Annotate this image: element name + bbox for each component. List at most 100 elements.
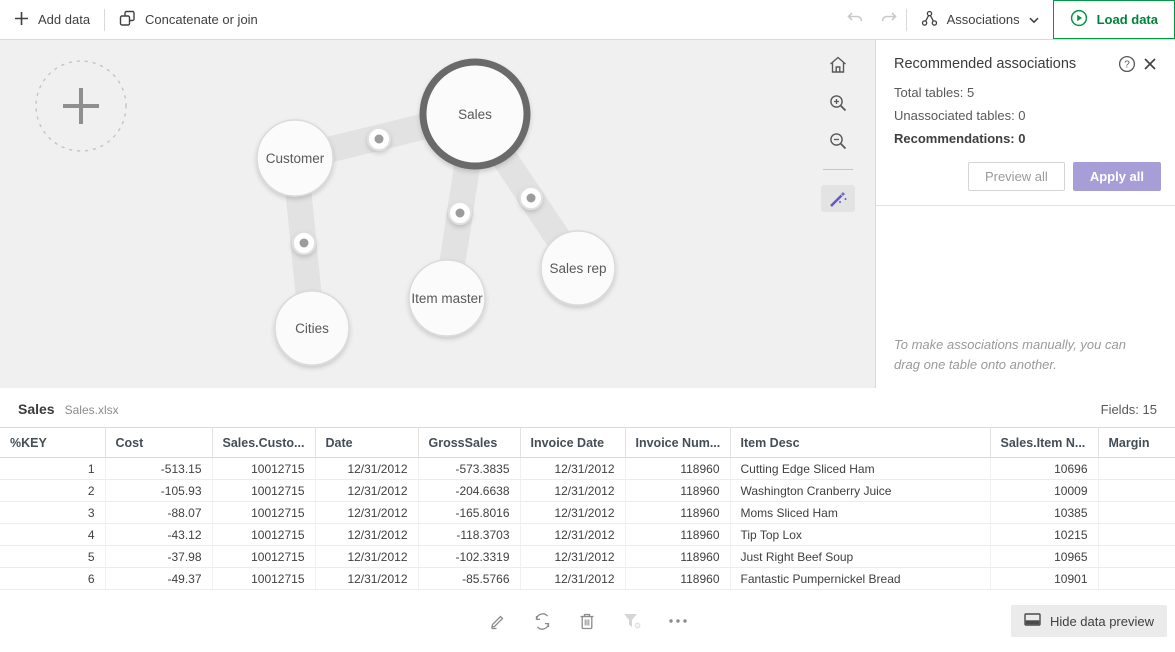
table-row: 5-37.981001271512/31/2012-102.331912/31/…	[0, 546, 1175, 568]
hide-data-preview-label: Hide data preview	[1050, 614, 1154, 629]
table-cell: -165.8016	[418, 502, 520, 524]
table-cell: Tip Top Lox	[730, 524, 990, 546]
apply-all-button[interactable]: Apply all	[1073, 162, 1161, 191]
table-cell: 10012715	[212, 502, 315, 524]
table-cell: -43.12	[105, 524, 212, 546]
preview-table: %KEYCostSales.Custo...DateGrossSalesInvo…	[0, 427, 1175, 590]
column-header-sales-custo[interactable]: Sales.Custo...	[212, 428, 315, 458]
associations-dropdown[interactable]: Associations	[907, 0, 1053, 39]
table-cell: 10696	[990, 458, 1098, 480]
table-cell: -204.6638	[418, 480, 520, 502]
table-cell: 5	[0, 546, 105, 568]
table-cell: 118960	[625, 568, 730, 590]
table-cell: 6	[0, 568, 105, 590]
panel-header: Recommended associations ?	[876, 40, 1175, 81]
associations-icon	[921, 10, 938, 30]
table-cell: Moms Sliced Ham	[730, 502, 990, 524]
table-cell: Just Right Beef Soup	[730, 546, 990, 568]
redo-button[interactable]	[872, 0, 906, 39]
canvas-controls	[821, 52, 855, 212]
plus-icon	[63, 88, 99, 124]
table-cell: 118960	[625, 458, 730, 480]
main-area: CustomerSalesCitiesItem masterSales rep	[0, 40, 1175, 388]
table-cell: -102.3319	[418, 546, 520, 568]
table-cell: -573.3835	[418, 458, 520, 480]
home-button[interactable]	[825, 52, 851, 78]
close-button[interactable]	[1139, 56, 1161, 72]
table-cell	[1098, 502, 1175, 524]
undo-icon	[846, 10, 864, 29]
delete-table-button[interactable]	[578, 612, 596, 631]
add-data-button[interactable]: Add data	[0, 0, 104, 39]
preview-header: Sales Sales.xlsx Fields: 15	[0, 388, 1175, 427]
table-cell: 12/31/2012	[315, 524, 418, 546]
column-header-margin[interactable]: Margin	[1098, 428, 1175, 458]
zoom-out-button[interactable]	[825, 128, 851, 154]
magic-wand-icon	[828, 189, 848, 209]
help-button[interactable]: ?	[1115, 55, 1139, 73]
table-cell: 4	[0, 524, 105, 546]
preview-footer: Hide data preview	[0, 590, 1175, 652]
column-header-invoice-date[interactable]: Invoice Date	[520, 428, 625, 458]
table-bubble-label: Item master	[411, 291, 483, 306]
associations-label: Associations	[947, 12, 1020, 27]
undo-button[interactable]	[838, 0, 872, 39]
concatenate-or-join-button[interactable]: Concatenate or join	[105, 0, 272, 39]
table-cell: 1	[0, 458, 105, 480]
table-bubble-label: Sales rep	[549, 261, 606, 276]
load-data-button[interactable]: Load data	[1053, 0, 1175, 39]
column-header-item-desc[interactable]: Item Desc	[730, 428, 990, 458]
column-header-key[interactable]: %KEY	[0, 428, 105, 458]
toolbar-left: Add data Concatenate or join	[0, 0, 272, 39]
column-header-cost[interactable]: Cost	[105, 428, 212, 458]
clear-filters-button[interactable]	[622, 612, 642, 630]
table-cell	[1098, 568, 1175, 590]
table-cell	[1098, 546, 1175, 568]
table-cell: 12/31/2012	[520, 568, 625, 590]
plus-icon	[14, 11, 29, 29]
recommendations-list	[876, 206, 1175, 335]
data-manager-app: Add data Concatenate or join	[0, 0, 1175, 652]
recommendations-wand-button[interactable]	[821, 185, 855, 212]
table-cell: -513.15	[105, 458, 212, 480]
edit-table-button[interactable]	[488, 612, 507, 631]
table-cell: 10901	[990, 568, 1098, 590]
column-header-sales-item-n[interactable]: Sales.Item N...	[990, 428, 1098, 458]
table-cell: 12/31/2012	[315, 502, 418, 524]
table-bubble-label: Sales	[458, 107, 492, 122]
table-cell: 10012715	[212, 546, 315, 568]
table-cell: 10009	[990, 480, 1098, 502]
table-row: 3-88.071001271512/31/2012-165.801612/31/…	[0, 502, 1175, 524]
column-header-grosssales[interactable]: GrossSales	[418, 428, 520, 458]
table-cell: 12/31/2012	[315, 458, 418, 480]
table-row: 2-105.931001271512/31/2012-204.663812/31…	[0, 480, 1175, 502]
data-preview-section: Sales Sales.xlsx Fields: 15 %KEYCostSale…	[0, 388, 1175, 652]
column-header-date[interactable]: Date	[315, 428, 418, 458]
table-cell	[1098, 458, 1175, 480]
table-cell: 118960	[625, 524, 730, 546]
table-cell: 12/31/2012	[315, 546, 418, 568]
table-cell	[1098, 480, 1175, 502]
table-cell: Fantastic Pumpernickel Bread	[730, 568, 990, 590]
concatenate-icon	[119, 10, 136, 30]
preview-all-button[interactable]: Preview all	[968, 162, 1065, 191]
preview-file-name: Sales.xlsx	[65, 403, 119, 417]
table-header-row: %KEYCostSales.Custo...DateGrossSalesInvo…	[0, 428, 1175, 458]
table-row: 1-513.151001271512/31/2012-573.383512/31…	[0, 458, 1175, 480]
reload-table-button[interactable]	[533, 612, 552, 631]
association-canvas[interactable]: CustomerSalesCitiesItem masterSales rep	[0, 40, 875, 388]
more-options-button[interactable]	[668, 618, 688, 624]
controls-divider	[823, 169, 853, 170]
chevron-down-icon	[1029, 12, 1039, 27]
table-cell: 10012715	[212, 524, 315, 546]
column-header-invoice-num[interactable]: Invoice Num...	[625, 428, 730, 458]
table-cell: -105.93	[105, 480, 212, 502]
zoom-in-button[interactable]	[825, 90, 851, 116]
table-cell: 10385	[990, 502, 1098, 524]
table-cell: -85.5766	[418, 568, 520, 590]
table-cell: -49.37	[105, 568, 212, 590]
bubble-diagram: CustomerSalesCitiesItem masterSales rep	[0, 40, 875, 388]
home-icon	[828, 55, 848, 75]
hide-data-preview-button[interactable]: Hide data preview	[1011, 605, 1167, 637]
load-data-label: Load data	[1097, 12, 1158, 27]
